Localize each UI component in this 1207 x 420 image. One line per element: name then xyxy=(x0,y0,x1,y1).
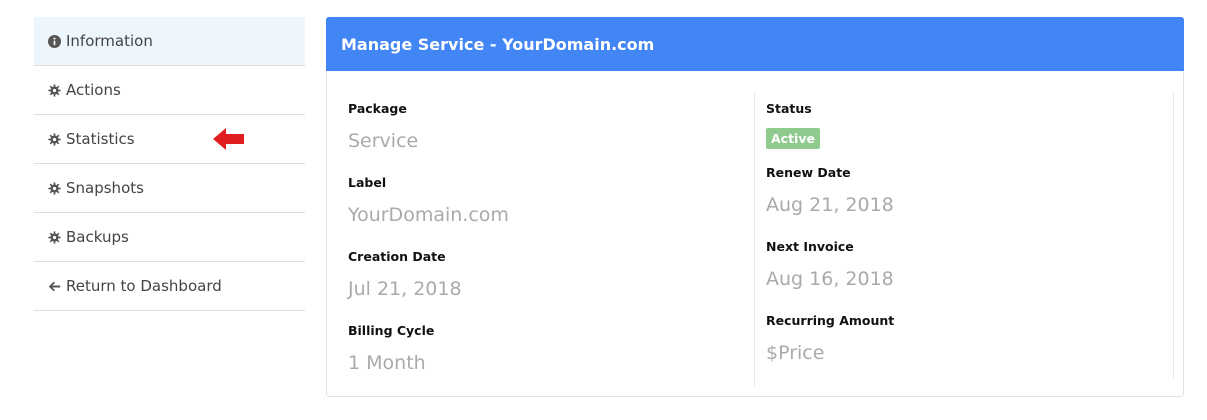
column-divider xyxy=(754,93,755,386)
recurring-amount-label: Recurring Amount xyxy=(766,313,895,328)
sidebar-nav: Information Actions Statistics Snapshots… xyxy=(34,17,305,311)
sidebar-item-label: Information xyxy=(66,32,153,50)
sidebar-item-return-to-dashboard[interactable]: Return to Dashboard xyxy=(34,262,305,311)
billing-cycle-label: Billing Cycle xyxy=(348,323,435,338)
sidebar-item-actions[interactable]: Actions xyxy=(34,66,305,115)
sidebar-item-information[interactable]: Information xyxy=(34,17,305,66)
panel-title: Manage Service - YourDomain.com xyxy=(326,17,1184,71)
column-divider-right xyxy=(1173,93,1174,378)
sidebar-item-label: Actions xyxy=(66,81,121,99)
creation-date-value: Jul 21, 2018 xyxy=(348,278,462,300)
next-invoice-label: Next Invoice xyxy=(766,239,854,254)
sidebar-item-snapshots[interactable]: Snapshots xyxy=(34,164,305,213)
next-invoice-value: Aug 16, 2018 xyxy=(766,268,894,290)
package-label: Package xyxy=(348,101,407,116)
package-value: Service xyxy=(348,130,419,152)
sidebar-item-label: Backups xyxy=(66,228,129,246)
renew-date-value: Aug 21, 2018 xyxy=(766,194,894,216)
sidebar-item-backups[interactable]: Backups xyxy=(34,213,305,262)
info-circle-icon xyxy=(48,34,61,48)
red-arrow-icon xyxy=(213,128,244,150)
label-label: Label xyxy=(348,175,387,190)
creation-date-label: Creation Date xyxy=(348,249,446,264)
sidebar-item-label: Statistics xyxy=(66,130,135,148)
status-label: Status xyxy=(766,101,812,116)
sidebar-item-label: Snapshots xyxy=(66,179,144,197)
billing-cycle-value: 1 Month xyxy=(348,352,426,374)
sidebar-item-statistics[interactable]: Statistics xyxy=(34,115,305,164)
gear-icon xyxy=(48,230,61,244)
manage-service-panel: Manage Service - YourDomain.com Package … xyxy=(326,17,1184,397)
arrow-left-icon xyxy=(48,280,61,293)
recurring-amount-value: $Price xyxy=(766,342,825,364)
sidebar-item-label: Return to Dashboard xyxy=(66,277,222,295)
gear-icon xyxy=(48,181,61,195)
service-details-right: Status Active Renew Date Aug 21, 2018 Ne… xyxy=(766,100,1166,386)
gear-icon xyxy=(48,83,61,97)
status-badge: Active xyxy=(766,128,820,149)
gear-icon xyxy=(48,132,61,146)
renew-date-label: Renew Date xyxy=(766,165,851,180)
service-details-left: Package Service Label YourDomain.com Cre… xyxy=(348,100,748,396)
label-value: YourDomain.com xyxy=(348,204,509,226)
